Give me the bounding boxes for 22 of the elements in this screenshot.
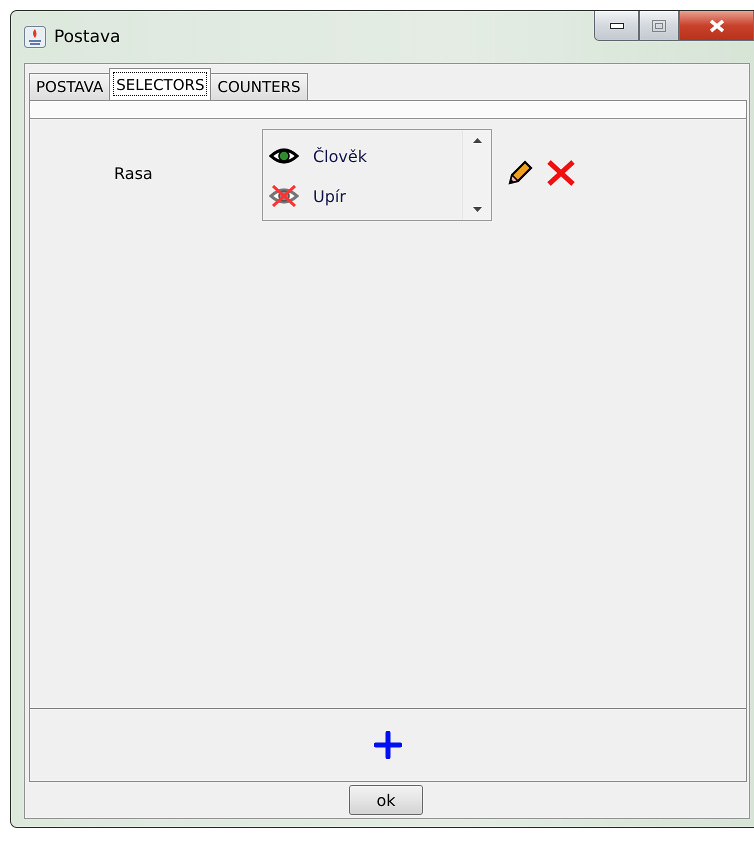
edit-button[interactable] <box>506 159 534 187</box>
list-item[interactable]: Upír <box>263 176 462 216</box>
close-icon <box>708 18 724 32</box>
crossed-eye-icon <box>269 185 299 207</box>
tab[interactable]: POSTAVA <box>29 73 110 100</box>
maximize-icon <box>652 20 666 32</box>
close-button[interactable] <box>679 11 754 41</box>
field-label: Rasa <box>113 163 154 183</box>
ok-button[interactable]: ok <box>349 785 423 815</box>
maximize-button[interactable] <box>639 11 679 41</box>
minimize-button[interactable] <box>594 11 639 41</box>
tab[interactable]: COUNTERS <box>210 73 308 100</box>
minimize-icon <box>610 22 624 28</box>
window-title: Postava <box>54 27 120 47</box>
tab[interactable]: SELECTORS <box>109 68 212 100</box>
scroll-down-icon[interactable] <box>472 207 482 212</box>
delete-button[interactable] <box>546 159 576 187</box>
list-item[interactable]: Člověk <box>263 136 462 176</box>
cup-icon <box>24 26 46 48</box>
scroll-up-icon[interactable] <box>472 138 482 143</box>
add-button[interactable] <box>374 731 402 759</box>
option-list[interactable]: Člověk Upír <box>262 129 492 221</box>
